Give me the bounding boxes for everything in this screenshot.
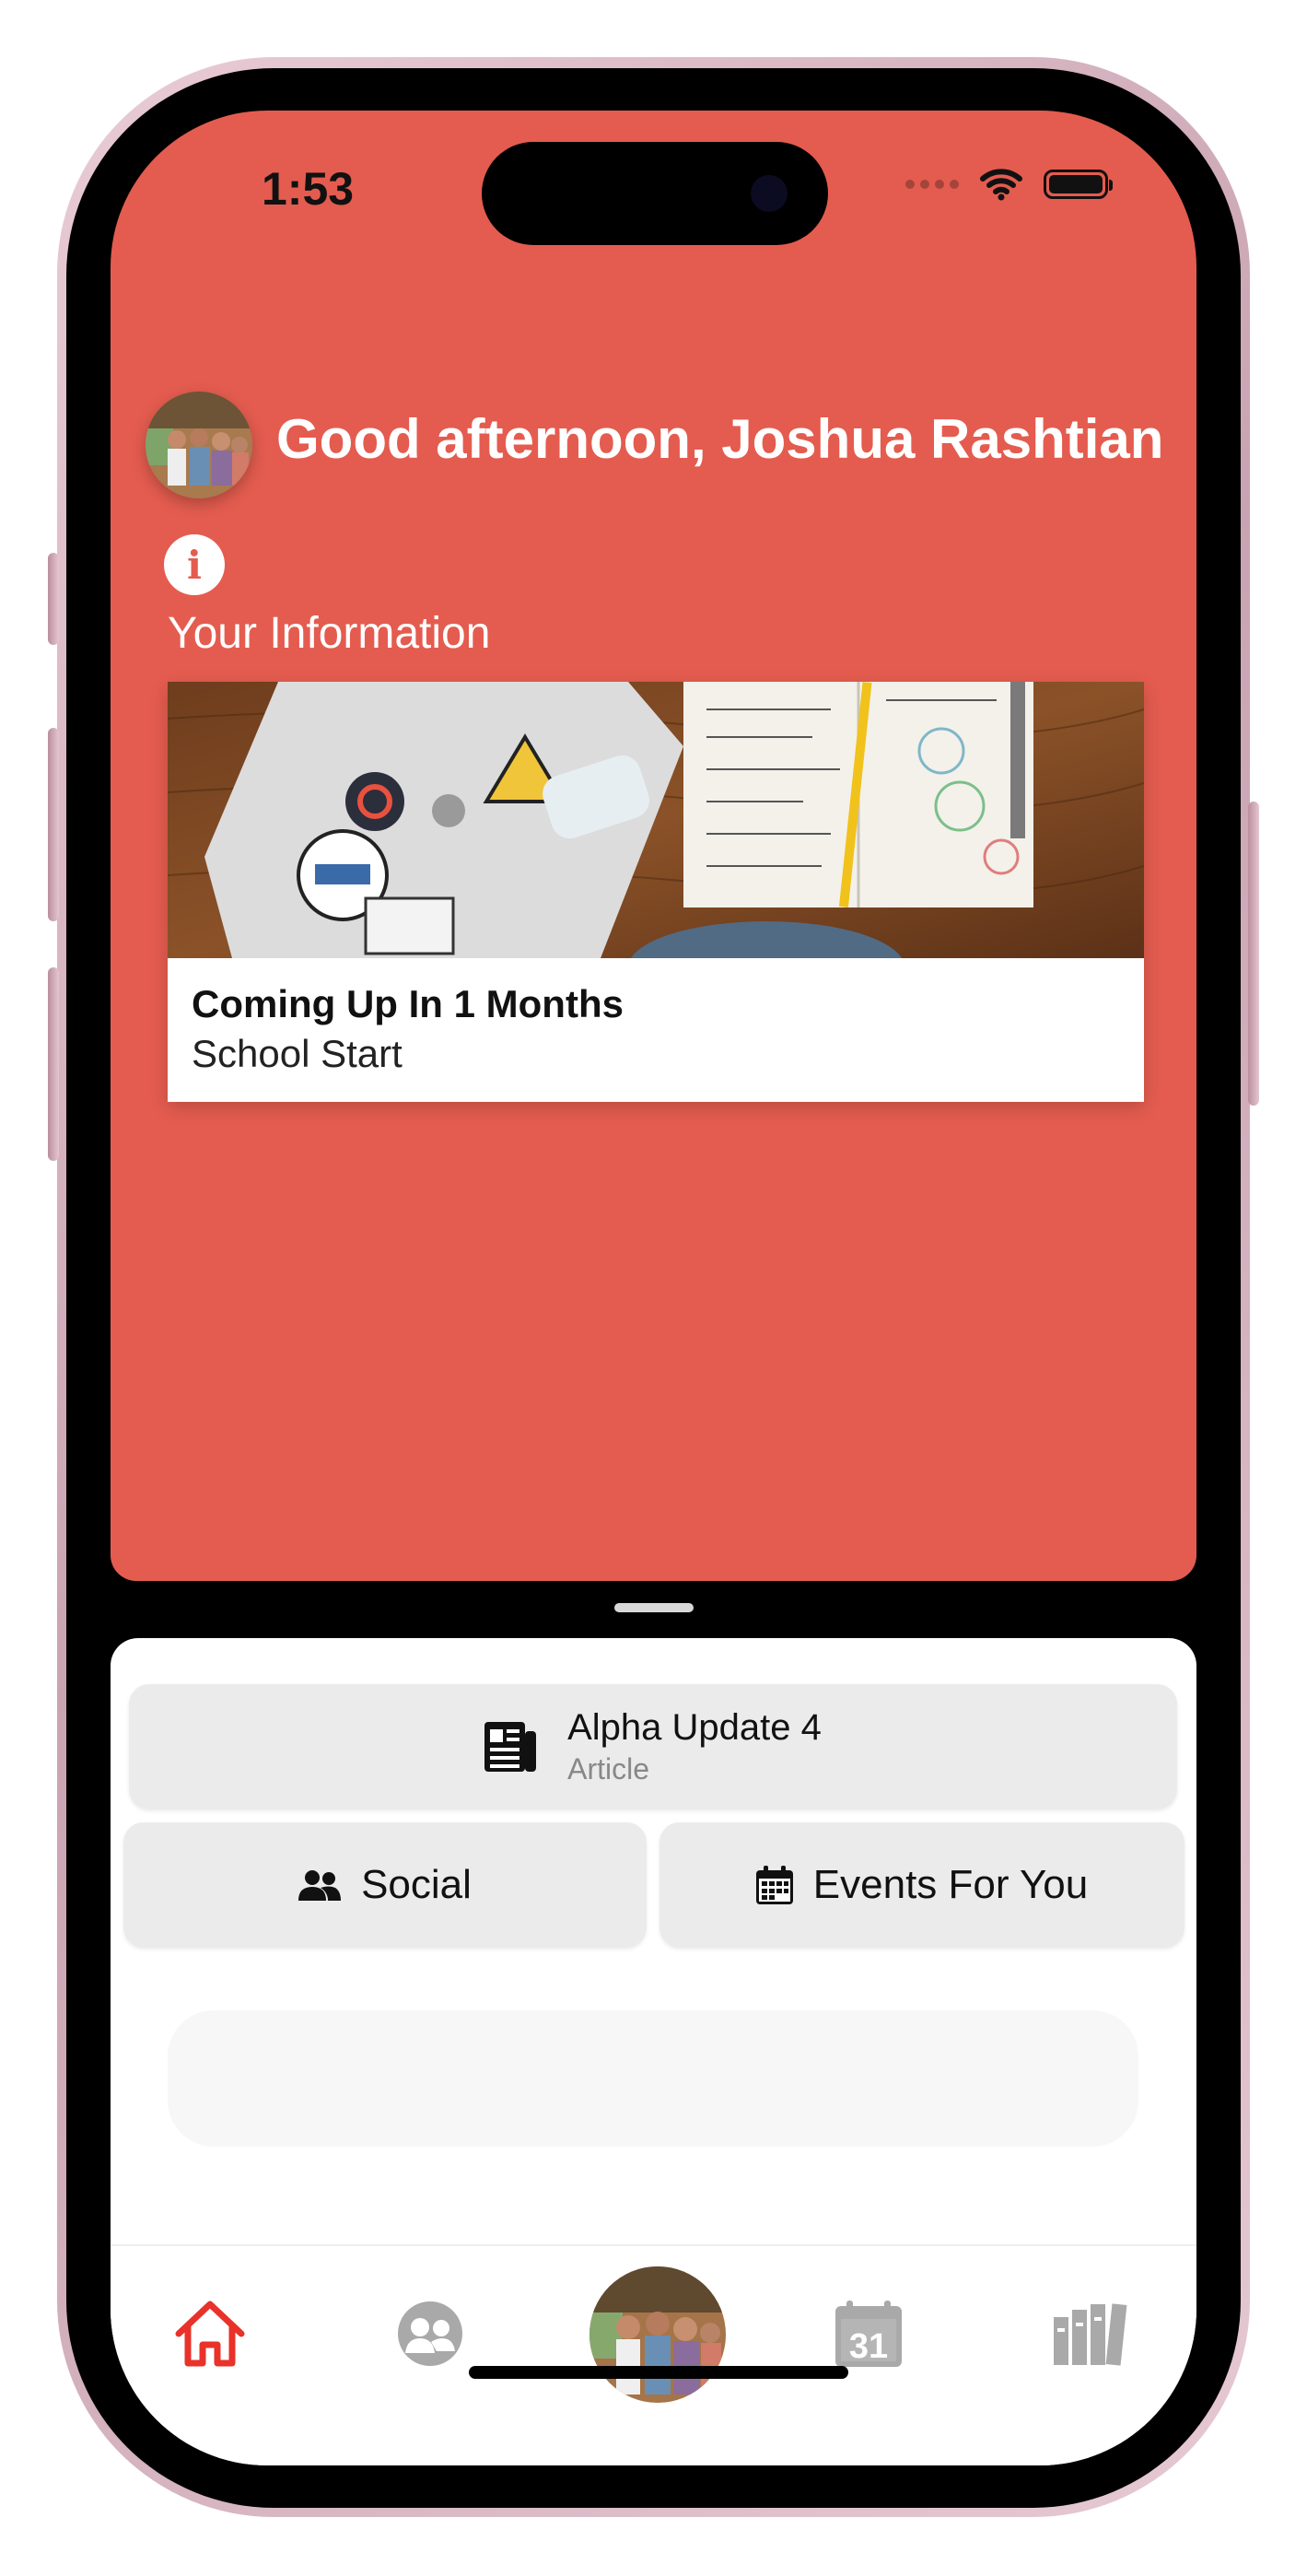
event-card-image [168,682,1144,958]
social-label: Social [361,1862,472,1907]
event-card-title: Coming Up In 1 Months [192,982,624,1025]
dynamic-island [482,142,828,245]
library-icon [1054,2303,1127,2366]
article-type: Article [567,1752,650,1786]
loading-placeholder [168,2010,1138,2147]
volume-down-button [48,967,59,1161]
tab-home[interactable] [169,2292,251,2375]
newspaper-icon [484,1722,537,1772]
hero-section: 1:53 Good afternoon, Joshua Rashtian i Y… [111,111,1196,1581]
tab-bar: 31 [111,2244,1196,2465]
power-button [1248,802,1259,1106]
home-icon [175,2301,245,2367]
events-label: Events For You [812,1862,1089,1907]
greeting-title: Good afternoon, Joshua Rashtian [276,408,1164,470]
section-title: Your Information [168,609,491,658]
calendar-tab-icon: 31 [835,2301,902,2367]
tab-library[interactable] [1048,2292,1131,2375]
wifi-icon [980,169,1022,201]
signal-dots-icon [905,180,959,189]
article-title: Alpha Update 4 [567,1707,822,1748]
tab-social[interactable] [389,2292,472,2375]
group-icon [398,2301,462,2366]
tab-profile[interactable] [589,2266,726,2403]
people-icon [298,1869,342,1901]
event-card-subtitle: School Start [192,1032,403,1075]
social-button[interactable]: Social [123,1822,647,1948]
status-time: 1:53 [262,163,355,215]
battery-icon [1044,170,1113,199]
article-button[interactable]: Alpha Update 4 Article [129,1684,1177,1809]
events-button[interactable]: Events For You [659,1822,1184,1948]
calendar-icon [755,1866,793,1904]
sheet-grabber[interactable] [614,1603,694,1612]
event-card[interactable]: Coming Up In 1 Months School Start [168,682,1144,1102]
action-button [48,553,59,645]
status-icons [905,168,1113,201]
tab-calendar[interactable]: 31 [827,2292,910,2375]
screen: 1:53 Good afternoon, Joshua Rashtian i Y… [111,111,1196,2465]
info-icon: i [164,534,225,595]
calendar-day: 31 [849,2327,888,2366]
avatar[interactable] [146,392,252,498]
home-indicator [469,2366,848,2379]
profile-avatar [589,2266,726,2403]
volume-up-button [48,728,59,921]
